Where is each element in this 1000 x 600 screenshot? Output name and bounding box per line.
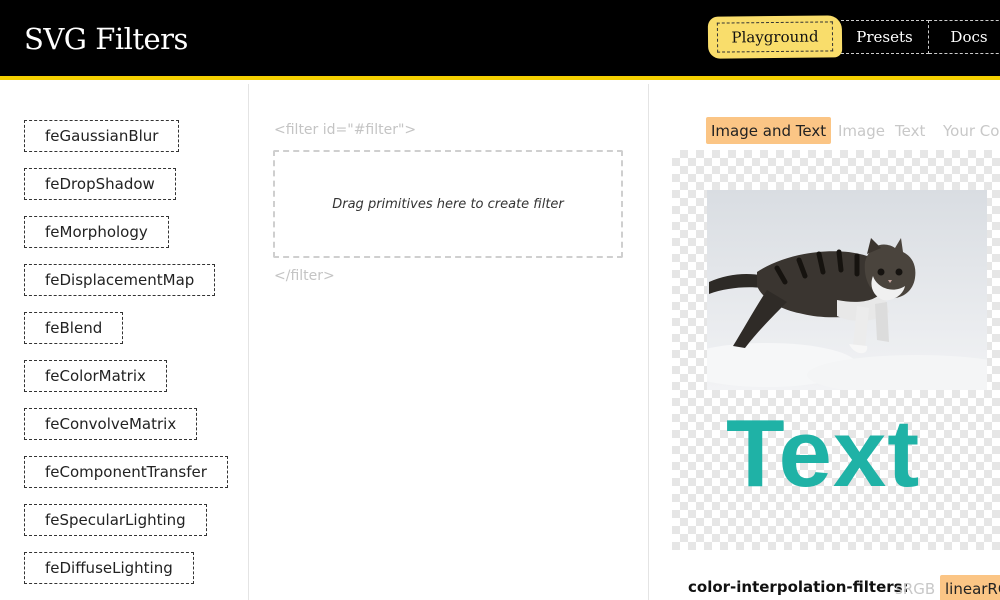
primitive-fespecularlighting[interactable]: feSpecularLighting [24,504,207,536]
filter-close-tag: </filter> [274,268,335,284]
primitive-fegaussianblur[interactable]: feGaussianBlur [24,120,180,152]
preview-tab-text[interactable]: Text [895,117,925,144]
preview-tab-your-code[interactable]: Your Co [943,117,999,144]
primitive-feblend[interactable]: feBlend [24,312,124,344]
nav-playground-label: Playground [716,21,834,53]
primitive-fecomponenttransfer[interactable]: feComponentTransfer [24,456,228,488]
nav-docs[interactable]: Docs [929,20,1000,54]
color-interpolation-label: color-interpolation-filters: [688,578,909,596]
preview-tab-image[interactable]: Image [838,117,885,144]
nav-presets[interactable]: Presets [841,20,929,54]
preview-sample-text: Text [726,400,921,507]
cat-in-snow-photo [707,190,987,390]
color-interpolation-linearrgb[interactable]: linearRG [940,575,1000,600]
preview-canvas: Text [672,150,1000,550]
primitive-femorphology[interactable]: feMorphology [24,216,169,248]
primitive-fedropshadow[interactable]: feDropShadow [24,168,176,200]
primitive-fedisplacementmap[interactable]: feDisplacementMap [24,264,216,296]
column-divider [248,84,249,600]
color-interpolation-srgb[interactable]: sRGB [895,575,935,600]
primitive-fecolormatrix[interactable]: feColorMatrix [24,360,167,392]
filter-open-tag: <filter id="#filter"> [274,122,417,138]
dropzone-hint: Drag primitives here to create filter [332,196,564,212]
filter-dropzone[interactable]: Drag primitives here to create filter [273,150,623,258]
column-divider [648,84,649,600]
app-header: SVG Filters Playground Presets Docs [0,0,1000,80]
primitive-fediffuselighting[interactable]: feDiffuseLighting [24,552,194,584]
preview-tab-image-and-text[interactable]: Image and Text [706,117,832,144]
app-title: SVG Filters [24,22,188,56]
nav-playground[interactable]: Playground [707,15,843,59]
cat-illustration [707,190,987,390]
primitive-feconvolvematrix[interactable]: feConvolveMatrix [24,408,198,440]
